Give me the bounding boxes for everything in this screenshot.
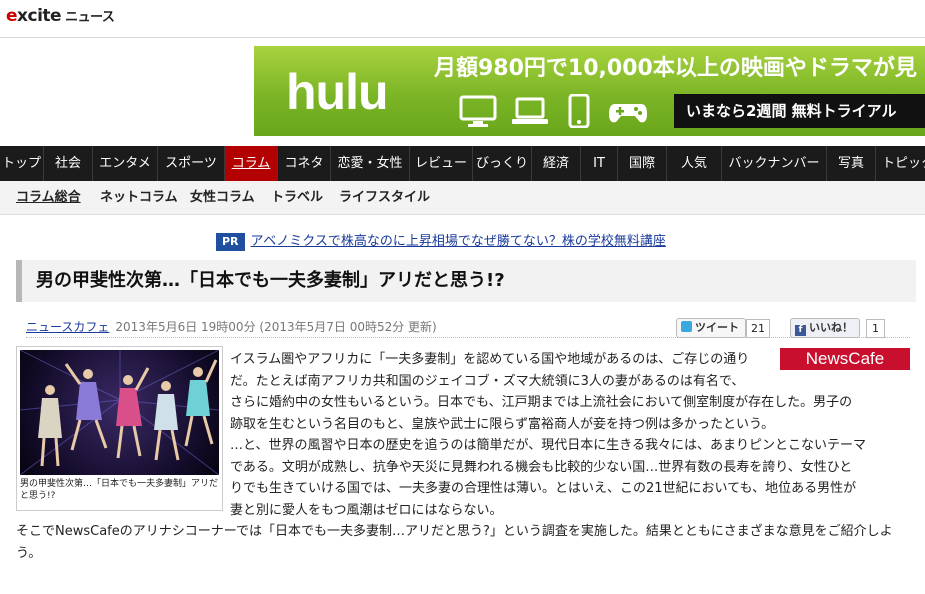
nav-topic[interactable]: トピック — [876, 146, 925, 181]
gamepad-icon — [609, 104, 647, 123]
facebook-icon: f — [795, 325, 806, 336]
nav-sports[interactable]: スポーツ — [158, 146, 225, 181]
subnav-travel[interactable]: トラベル — [271, 181, 323, 214]
laptop-icon — [512, 97, 548, 124]
nav-photo[interactable]: 写真 — [827, 146, 876, 181]
subnav-lifestyle[interactable]: ライフスタイル — [339, 181, 430, 214]
article-paragraph-line: イスラム圏やアフリカに「一夫多妻制」を認めている国や地域があるのは、ご存じの通り — [230, 352, 750, 367]
article-paragraph-line: …と、世界の風習や日本の歴史を追うのは簡単だが、現代日本に生きる我々には、あまり… — [230, 438, 866, 453]
article-paragraph-line: 妻と別に愛人をもつ風潮はゼロにはならない。 — [230, 502, 503, 518]
tv-icon — [459, 95, 497, 127]
subnav-column-all[interactable]: コラム総合 — [16, 181, 81, 214]
article-title: 男の甲斐性次第…「日本でも一夫多妻制」アリだと思う!? — [36, 270, 505, 291]
like-label: いいね！ — [809, 321, 853, 334]
twitter-icon — [681, 321, 692, 332]
nav-society[interactable]: 社会 — [44, 146, 93, 181]
smartphone-icon — [568, 94, 590, 128]
main-nav: トップ 社会 エンタメ スポーツ コラム コネタ 恋愛・女性 レビュー びっくり… — [0, 146, 925, 181]
article-paragraph-line: 跡取を生むという名目のもと、皇族や武士に限らず富裕商人が妾を持つ例は多かったとい… — [230, 416, 775, 432]
article-title-box: 男の甲斐性次第…「日本でも一夫多妻制」アリだと思う!? — [16, 260, 916, 302]
subnav-women-column[interactable]: 女性コラム — [190, 181, 255, 214]
nav-review[interactable]: レビュー — [410, 146, 473, 181]
tweet-button[interactable]: ツイート — [676, 318, 746, 338]
nav-it[interactable]: IT — [581, 146, 618, 181]
nav-economy[interactable]: 経済 — [532, 146, 581, 181]
dancers-photo-illustration — [20, 350, 219, 475]
ad-device-icons — [459, 94, 699, 128]
pr-ad: PR アベノミクスで株高なのに上昇相場でなぜ勝てない？株の学校無料講座 — [216, 230, 666, 251]
photo-caption: 男の甲斐性次第…「日本でも一夫多妻制」アリだと思う!? — [20, 479, 219, 501]
nav-bikkuri[interactable]: びっくり — [473, 146, 532, 181]
newscafe-logo[interactable]: NewsCafe — [780, 348, 910, 370]
article-meta: ニュースカフェ 2013年5月6日 19時00分 (2013年5月7日 00時52… — [26, 318, 437, 336]
article-paragraph-line: だ。たとえば南アフリカ共和国のジェイコブ・ズマ大統領に3人の妻があるのは有名で、 — [230, 373, 745, 389]
tweet-label: ツイート — [695, 321, 739, 334]
article-paragraph-line: う。 — [16, 545, 42, 561]
subnav-net-column[interactable]: ネットコラム — [100, 181, 178, 214]
nav-top[interactable]: トップ — [0, 146, 44, 181]
nav-column[interactable]: コラム — [225, 146, 278, 181]
article-photo[interactable] — [20, 350, 219, 475]
ad-trial-cta[interactable]: いまなら2週間 無料トライアル — [674, 94, 925, 128]
nav-popular[interactable]: 人気 — [667, 146, 722, 181]
logo-e: e — [6, 6, 18, 26]
article-paragraph-line: である。文明が成熟し、抗争や天災に見舞われる機会も比較的少ない国…世界有数の長寿… — [230, 459, 853, 475]
article-paragraph-line: そこでNewsCafeのアリナシコーナーでは「日本でも一夫多妻制…アリだと思う?… — [16, 524, 893, 539]
column-subnav: コラム総合 ネットコラム 女性コラム トラベル ライフスタイル — [0, 181, 925, 215]
logo-excite: xcite — [17, 6, 62, 26]
nav-love[interactable]: 恋愛・女性 — [331, 146, 410, 181]
tweet-count: 21 — [746, 319, 770, 338]
nav-entame[interactable]: エンタメ — [93, 146, 158, 181]
pr-badge: PR — [216, 233, 245, 251]
excite-logo[interactable]: excite ニュース — [6, 6, 115, 26]
logo-news: ニュース — [65, 10, 115, 25]
article-photo-box[interactable]: 男の甲斐性次第…「日本でも一夫多妻制」アリだと思う!? — [16, 346, 223, 511]
hulu-ad-banner[interactable]: hulu 月額980円で10,000本以上の映画やドラマが見 いまなら2週間 無… — [254, 46, 925, 136]
hulu-logo: hulu — [286, 64, 389, 120]
site-header: excite ニュース — [0, 0, 925, 38]
nav-backnumber[interactable]: バックナンバー — [722, 146, 827, 181]
nav-koneta[interactable]: コネタ — [278, 146, 331, 181]
ad-headline: 月額980円で10,000本以上の映画やドラマが見 — [434, 56, 917, 81]
article-paragraph-line: さらに婚約中の女性もいるという。日本でも、江戸期までは上流社会において側室制度が… — [230, 395, 853, 410]
like-count: 1 — [866, 319, 885, 338]
meta-divider — [26, 337, 910, 338]
article-paragraph-line: りでも生きていける国では、一夫多妻の合理性は薄い。とはいえ、この21世紀において… — [230, 481, 857, 496]
facebook-like-button[interactable]: f いいね！ — [790, 318, 860, 338]
article-source-link[interactable]: ニュースカフェ — [26, 320, 109, 334]
pr-link[interactable]: アベノミクスで株高なのに上昇相場でなぜ勝てない？株の学校無料講座 — [251, 234, 666, 249]
article-date: 2013年5月6日 19時00分 (2013年5月7日 00時52分 更新) — [115, 320, 437, 334]
nav-world[interactable]: 国際 — [618, 146, 667, 181]
